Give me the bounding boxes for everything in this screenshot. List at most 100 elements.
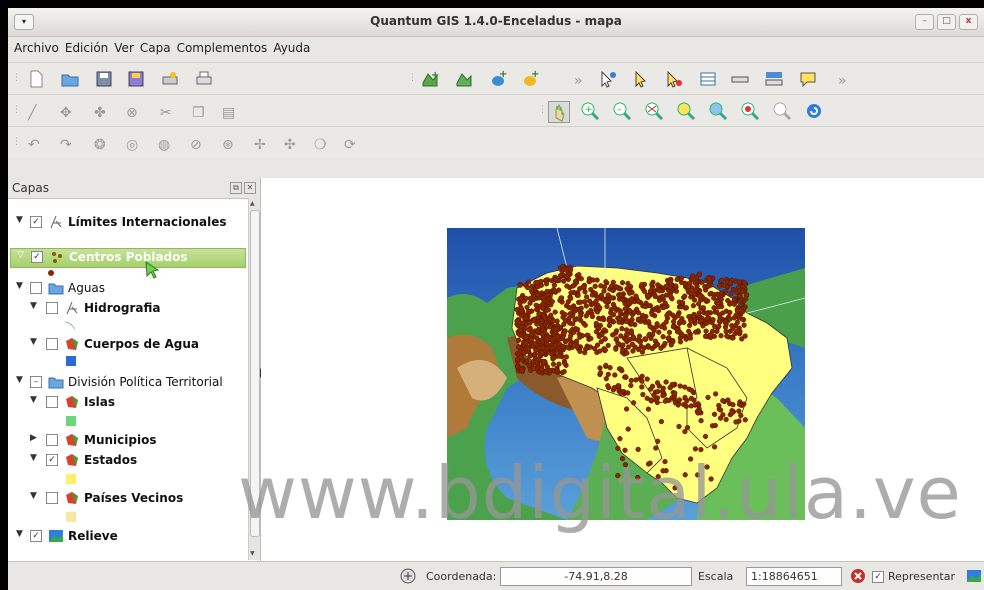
render-checkbox[interactable]: ✓ bbox=[872, 571, 884, 583]
toolbar-overflow-icon[interactable]: » bbox=[838, 73, 847, 89]
deselect-icon[interactable] bbox=[664, 69, 684, 89]
print-icon[interactable] bbox=[194, 69, 214, 89]
close-panel-icon[interactable]: ✕ bbox=[244, 182, 256, 194]
layer-checkbox[interactable] bbox=[46, 396, 58, 408]
open-project-icon[interactable] bbox=[60, 69, 80, 89]
toolbar-grip[interactable]: ⋮ bbox=[12, 105, 21, 117]
maximize-button[interactable]: □ bbox=[937, 14, 956, 30]
minimize-button[interactable]: – bbox=[915, 14, 934, 30]
layer-checkbox[interactable] bbox=[46, 434, 58, 446]
collapse-arrow-icon[interactable]: ▼ bbox=[30, 301, 37, 311]
layer-islas[interactable]: ▼ Islas bbox=[8, 394, 248, 412]
layer-aguas[interactable]: ▼ Aguas bbox=[8, 280, 248, 298]
layer-division-politica[interactable]: ▼ – División Política Territorial bbox=[8, 374, 248, 392]
toolbar-grip[interactable]: ⋮ bbox=[408, 73, 417, 85]
toolbar-grip[interactable]: ⋮ bbox=[12, 73, 21, 85]
menu-ayuda[interactable]: Ayuda bbox=[273, 38, 316, 60]
toolbar-grip[interactable]: ⋮ bbox=[12, 137, 21, 149]
collapse-arrow-icon[interactable]: ▼ bbox=[16, 215, 23, 225]
identify-icon[interactable] bbox=[598, 69, 618, 89]
layer-checkbox[interactable] bbox=[46, 338, 58, 350]
population-point bbox=[525, 279, 532, 285]
select-icon[interactable] bbox=[632, 69, 652, 89]
toolbar-grip[interactable]: ⋮ bbox=[538, 105, 547, 117]
pan-icon[interactable] bbox=[548, 101, 570, 123]
zoom-in-icon[interactable]: + bbox=[580, 101, 600, 121]
layer-cuerpos-de-agua[interactable]: ▼ Cuerpos de Agua bbox=[8, 336, 248, 354]
population-point bbox=[735, 308, 741, 314]
menu-complementos[interactable]: Complementos bbox=[177, 38, 274, 60]
new-project-icon[interactable] bbox=[26, 69, 46, 89]
population-point bbox=[568, 295, 574, 301]
save-project-icon[interactable] bbox=[94, 69, 114, 89]
zoom-layer-icon[interactable] bbox=[708, 101, 728, 121]
scale-field[interactable]: 1:18864651 bbox=[746, 567, 842, 586]
population-point bbox=[675, 313, 681, 319]
measure-area-icon[interactable] bbox=[764, 69, 784, 89]
coordinate-field[interactable]: -74.91,8.28 bbox=[500, 567, 692, 586]
print-composer-icon[interactable] bbox=[160, 69, 180, 89]
collapse-arrow-icon[interactable]: ▼ bbox=[16, 281, 23, 291]
scroll-down-icon[interactable]: ▼ bbox=[250, 550, 255, 557]
add-vector-icon[interactable]: + bbox=[420, 69, 440, 89]
collapse-arrow-icon[interactable]: ▼ bbox=[30, 395, 37, 405]
zoom-full-icon[interactable] bbox=[644, 101, 664, 121]
add-postgis-icon[interactable]: + bbox=[488, 69, 508, 89]
measure-icon[interactable] bbox=[730, 69, 750, 89]
layer-paises-vecinos[interactable]: ▼ Países Vecinos bbox=[8, 490, 248, 508]
toolbar-overflow-icon[interactable]: » bbox=[574, 73, 583, 89]
expand-arrow-icon[interactable]: ▶ bbox=[30, 433, 37, 443]
layer-checkbox[interactable] bbox=[46, 492, 58, 504]
layer-centros-poblados[interactable]: ▽ ✓ Centros Poblados bbox=[10, 248, 246, 268]
stop-render-icon[interactable] bbox=[850, 568, 866, 584]
collapse-arrow-icon[interactable]: ▼ bbox=[30, 337, 37, 347]
zoom-out-icon[interactable]: – bbox=[612, 101, 632, 121]
population-point bbox=[629, 341, 636, 347]
collapse-arrow-icon[interactable]: ▽ bbox=[17, 250, 24, 260]
population-point bbox=[582, 299, 588, 305]
population-point bbox=[736, 279, 742, 285]
population-point bbox=[542, 329, 548, 336]
zoom-actual-icon[interactable] bbox=[772, 101, 792, 121]
collapse-arrow-icon[interactable]: ▼ bbox=[16, 529, 23, 539]
layer-checkbox[interactable] bbox=[46, 302, 58, 314]
layer-checkbox[interactable]: ✓ bbox=[30, 530, 42, 542]
layer-checkbox[interactable]: ✓ bbox=[31, 251, 43, 263]
layer-estados[interactable]: ▼ ✓ Estados bbox=[8, 452, 248, 470]
layer-limites-internacionales[interactable]: ▼ ✓ Límites Internacionales bbox=[8, 214, 248, 232]
map-tips-icon[interactable] bbox=[798, 69, 818, 89]
new-layer-icon[interactable]: + bbox=[520, 69, 540, 89]
menu-archivo[interactable]: Archivo bbox=[14, 38, 65, 60]
menu-ver[interactable]: Ver bbox=[114, 38, 140, 60]
line-symbol bbox=[64, 321, 76, 330]
layer-checkbox[interactable]: ✓ bbox=[46, 454, 58, 466]
layer-checkbox[interactable] bbox=[30, 282, 42, 294]
menu-edicion[interactable]: Edición bbox=[65, 38, 114, 60]
layer-relieve[interactable]: ▼ ✓ Relieve bbox=[8, 528, 248, 546]
population-point bbox=[637, 333, 643, 339]
menu-capa[interactable]: Capa bbox=[140, 38, 177, 60]
population-point bbox=[584, 294, 590, 300]
collapse-arrow-icon[interactable]: ▼ bbox=[30, 453, 37, 463]
population-point bbox=[728, 291, 734, 297]
zoom-last-icon[interactable] bbox=[740, 101, 760, 121]
scroll-up-icon[interactable]: ▲ bbox=[250, 200, 255, 207]
coordinate-capture-icon[interactable] bbox=[400, 568, 416, 584]
collapse-arrow-icon[interactable]: ▼ bbox=[16, 375, 23, 385]
layer-checkbox-partial[interactable]: – bbox=[30, 376, 42, 388]
population-point bbox=[519, 367, 525, 373]
layer-hidrografia[interactable]: ▼ Hidrografia bbox=[8, 300, 248, 318]
save-as-icon[interactable] bbox=[126, 69, 146, 89]
close-button[interactable]: x bbox=[959, 14, 978, 30]
add-raster-icon[interactable] bbox=[454, 69, 474, 89]
population-point bbox=[668, 342, 674, 348]
attribute-table-icon[interactable] bbox=[698, 69, 718, 89]
layer-checkbox[interactable]: ✓ bbox=[30, 216, 42, 228]
refresh-icon[interactable] bbox=[804, 101, 824, 121]
population-point bbox=[609, 283, 615, 289]
float-panel-icon[interactable]: ⧉ bbox=[230, 182, 242, 194]
layer-municipios[interactable]: ▶ Municipios bbox=[8, 432, 248, 450]
zoom-selection-icon[interactable] bbox=[676, 101, 696, 121]
projection-icon[interactable] bbox=[966, 568, 982, 584]
collapse-arrow-icon[interactable]: ▼ bbox=[30, 491, 37, 501]
